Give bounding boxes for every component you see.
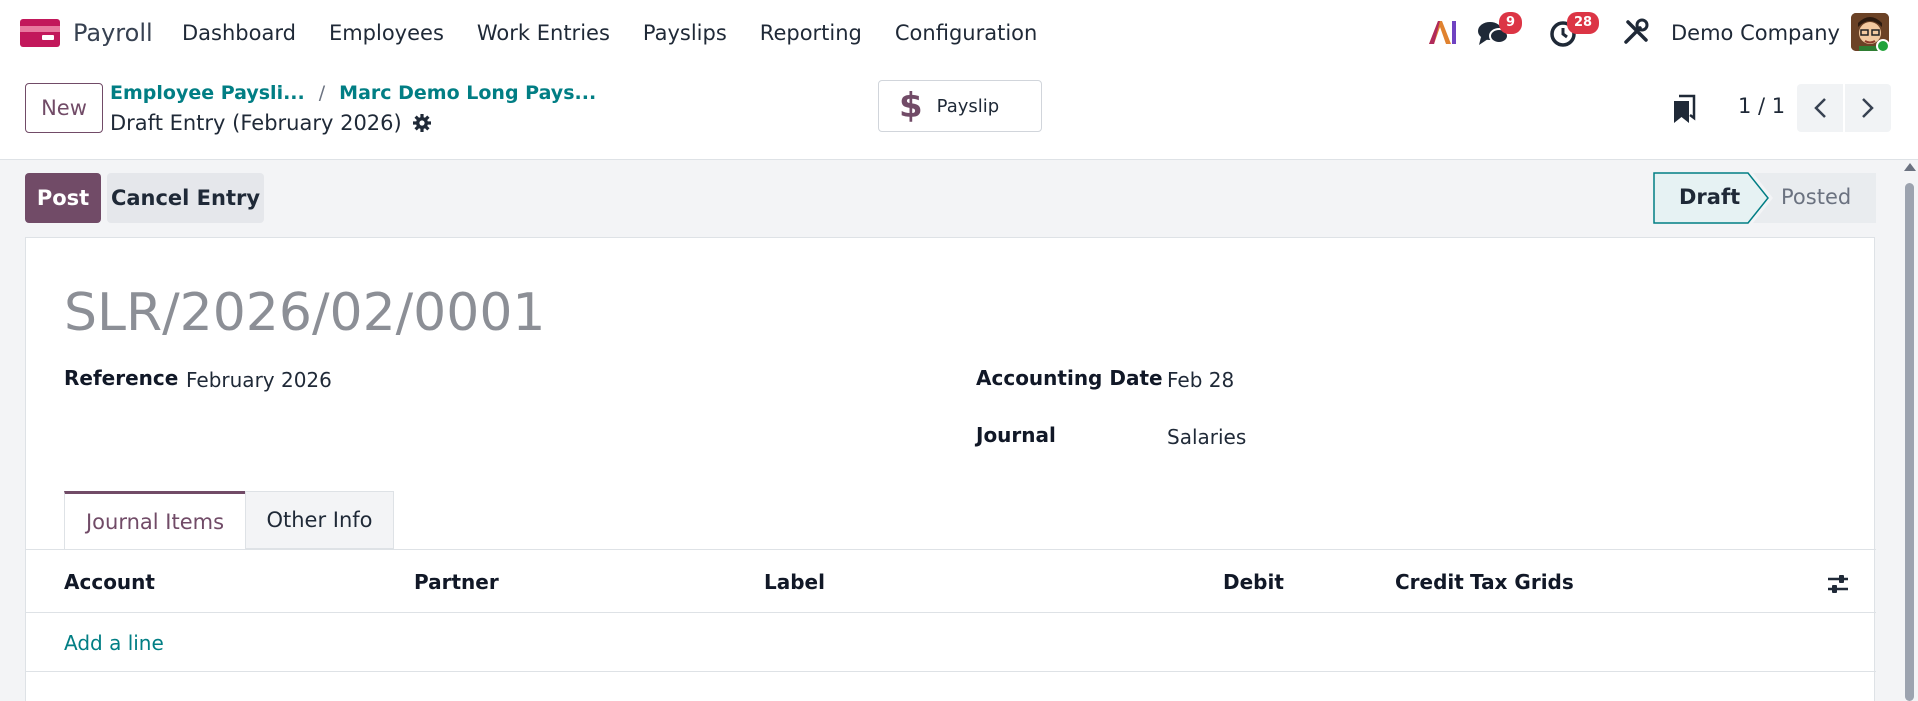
menu-payslips[interactable]: Payslips [643,21,727,45]
column-tax-grids[interactable]: Tax Grids [1470,570,1574,594]
status-draft[interactable]: Draft [1679,185,1740,209]
reference-label: Reference [64,366,179,390]
ai-icon[interactable] [1427,18,1457,46]
status-pipeline: Draft Posted [1653,172,1877,224]
payroll-app-icon[interactable] [20,19,60,47]
entry-number[interactable]: SLR/2026/02/0001 [64,283,546,343]
accounting-date-label: Accounting Date [976,366,1163,390]
chevron-left-icon [1814,98,1826,118]
post-button[interactable]: Post [25,173,101,223]
payslip-smart-button[interactable]: $ Payslip [878,80,1042,132]
form-sheet: SLR/2026/02/0001 Reference February 2026… [25,237,1876,701]
dollar-icon: $ [899,86,923,126]
menu-dashboard[interactable]: Dashboard [182,21,296,45]
header-divider [26,612,1876,613]
menu-employees[interactable]: Employees [329,21,444,45]
main-menu: Dashboard Employees Work Entries Payslip… [182,21,1070,45]
online-status-indicator [1876,39,1890,53]
column-partner[interactable]: Partner [414,570,499,594]
column-account[interactable]: Account [64,570,155,594]
scrollbar-thumb[interactable] [1905,183,1914,701]
chat-badge: 9 [1499,12,1523,34]
breadcrumb-marc-demo-payslip[interactable]: Marc Demo Long Pays... [339,82,596,104]
menu-reporting[interactable]: Reporting [760,21,862,45]
new-button[interactable]: New [25,83,103,133]
status-posted[interactable]: Posted [1781,185,1851,209]
smart-button-label: Payslip [936,95,1000,117]
breadcrumb-employee-payslips[interactable]: Employee Paysli... [110,82,305,104]
activity-badge: 28 [1567,12,1600,34]
company-switcher[interactable]: Demo Company [1671,21,1840,45]
menu-work-entries[interactable]: Work Entries [477,21,610,45]
pager-previous-button[interactable] [1797,84,1843,132]
journal-label: Journal [976,423,1056,447]
optional-columns-icon[interactable] [1826,572,1850,596]
chevron-right-icon [1862,98,1874,118]
tab-other-info[interactable]: Other Info [245,491,394,549]
add-line-link[interactable]: Add a line [64,631,164,655]
cancel-entry-button[interactable]: Cancel Entry [107,173,264,223]
accounting-date-field[interactable]: Feb 28 [1167,368,1234,392]
breadcrumb-separator: / [318,82,326,104]
breadcrumb: Employee Paysli... / Marc Demo Long Pays… [110,82,596,104]
reference-field[interactable]: February 2026 [186,368,332,392]
tab-journal-items[interactable]: Journal Items [64,491,246,549]
gear-icon[interactable] [412,113,432,133]
pager-value[interactable]: 1 / 1 [1738,94,1785,118]
tools-icon[interactable] [1622,18,1650,46]
bookmark-icon[interactable] [1672,94,1696,124]
record-title-row: Draft Entry (February 2026) [110,111,432,135]
pager-next-button[interactable] [1845,84,1891,132]
scroll-up-arrow-icon[interactable] [1904,163,1916,171]
row-divider [26,671,1876,672]
top-navbar: Payroll Dashboard Employees Work Entries… [0,0,1918,66]
column-credit[interactable]: Credit [1395,570,1464,594]
column-debit[interactable]: Debit [1223,570,1284,594]
column-label[interactable]: Label [764,570,825,594]
menu-configuration[interactable]: Configuration [895,21,1037,45]
tab-divider [26,549,1876,550]
control-panel: New Employee Paysli... / Marc Demo Long … [0,66,1918,160]
app-name[interactable]: Payroll [73,19,153,47]
journal-field[interactable]: Salaries [1167,425,1246,449]
record-title: Draft Entry (February 2026) [110,111,402,135]
